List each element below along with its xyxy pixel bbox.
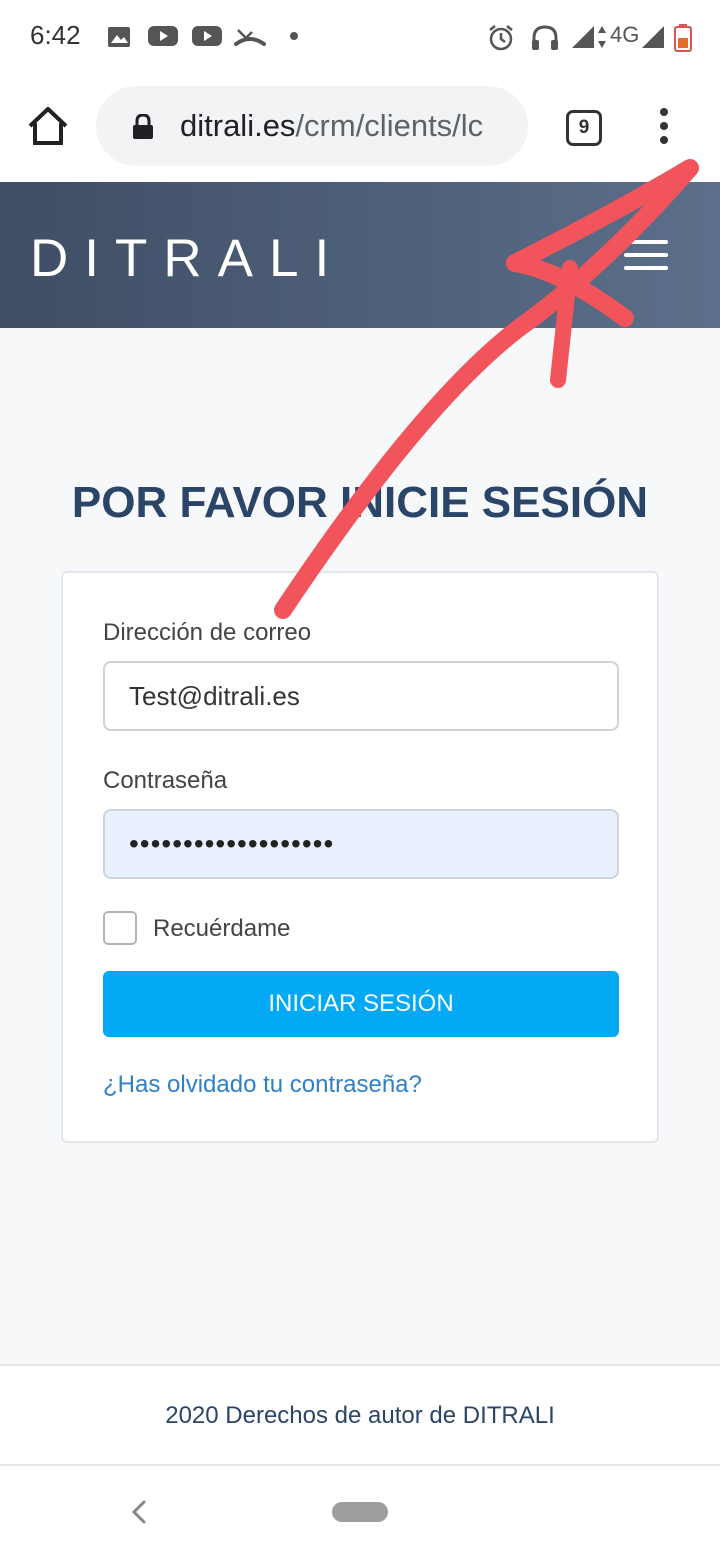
missed-call-icon [234,29,266,46]
youtube-icon [148,26,178,46]
alarm-icon [489,25,513,51]
main-content: POR FAVOR INICIE SESIÓN Dirección de cor… [0,328,720,1364]
url-path: /crm/clients/lc [295,108,484,143]
hamburger-menu-icon[interactable] [624,240,668,270]
system-nav-bar [0,1466,720,1560]
url-bar[interactable]: ditrali.es/crm/clients/lc [96,86,528,166]
tab-switcher-button[interactable]: 9 [566,110,602,146]
site-footer: 2020 Derechos de autor de DITRALI [0,1364,720,1466]
url-text: ditrali.es/crm/clients/lc [180,108,483,144]
headphones-icon [532,25,558,50]
password-label: Contraseña [103,767,228,794]
signal-icon [642,26,664,48]
email-field[interactable]: Test@ditrali.es [103,661,619,731]
url-host: ditrali.es [180,108,296,143]
image-icon [108,27,130,47]
network-type: 4G [610,22,640,47]
password-field[interactable]: ••••••••••••••••••• [103,809,619,879]
status-bar: 6:42 4G [0,0,720,72]
more-menu-icon[interactable] [650,106,678,146]
back-icon[interactable] [126,1496,150,1528]
login-button[interactable]: INICIAR SESIÓN [103,971,619,1037]
site-header: DITRALI [0,182,720,328]
browser-toolbar: ditrali.es/crm/clients/lc 9 [0,72,720,182]
signal-icon [572,26,594,48]
password-value: ••••••••••••••••••• [129,828,335,859]
home-pill[interactable] [332,1502,388,1522]
youtube-icon [192,26,222,46]
site-logo[interactable]: DITRALI [30,228,345,289]
remember-label[interactable]: Recuérdame [153,915,290,943]
remember-checkbox[interactable] [103,911,137,945]
status-time: 6:42 [30,20,81,50]
forgot-password-link[interactable]: ¿Has olvidado tu contraseña? [103,1071,422,1099]
lock-icon [133,114,153,139]
login-card: Dirección de correo Test@ditrali.es Cont… [61,571,659,1143]
email-label: Dirección de correo [103,619,312,646]
data-arrows-icon [598,26,606,48]
battery-icon [674,24,692,52]
dot-icon [290,32,298,40]
page-title: POR FAVOR INICIE SESIÓN [71,478,649,527]
home-icon[interactable] [26,104,70,148]
copyright-text: 2020 Derechos de autor de DITRALI [165,1402,555,1429]
